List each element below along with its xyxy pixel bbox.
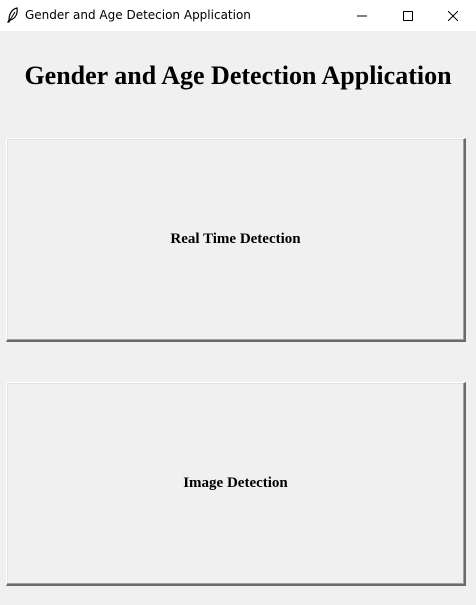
feather-icon	[6, 7, 20, 23]
app-window: Gender and Age Detecion Application Gend…	[0, 0, 476, 605]
real-time-detection-button[interactable]: Real Time Detection	[6, 138, 466, 342]
minimize-icon	[357, 11, 367, 21]
title-bar[interactable]: Gender and Age Detecion Application	[0, 0, 476, 31]
minimize-button[interactable]	[339, 0, 385, 31]
real-time-detection-label: Real Time Detection	[170, 231, 301, 247]
close-icon	[448, 10, 458, 21]
page-title: Gender and Age Detection Application	[24, 61, 452, 90]
maximize-button[interactable]	[385, 0, 431, 31]
image-detection-label: Image Detection	[183, 475, 288, 491]
maximize-icon	[403, 10, 413, 21]
close-button[interactable]	[430, 0, 476, 31]
window-title: Gender and Age Detecion Application	[25, 8, 251, 22]
image-detection-button[interactable]: Image Detection	[6, 382, 466, 586]
